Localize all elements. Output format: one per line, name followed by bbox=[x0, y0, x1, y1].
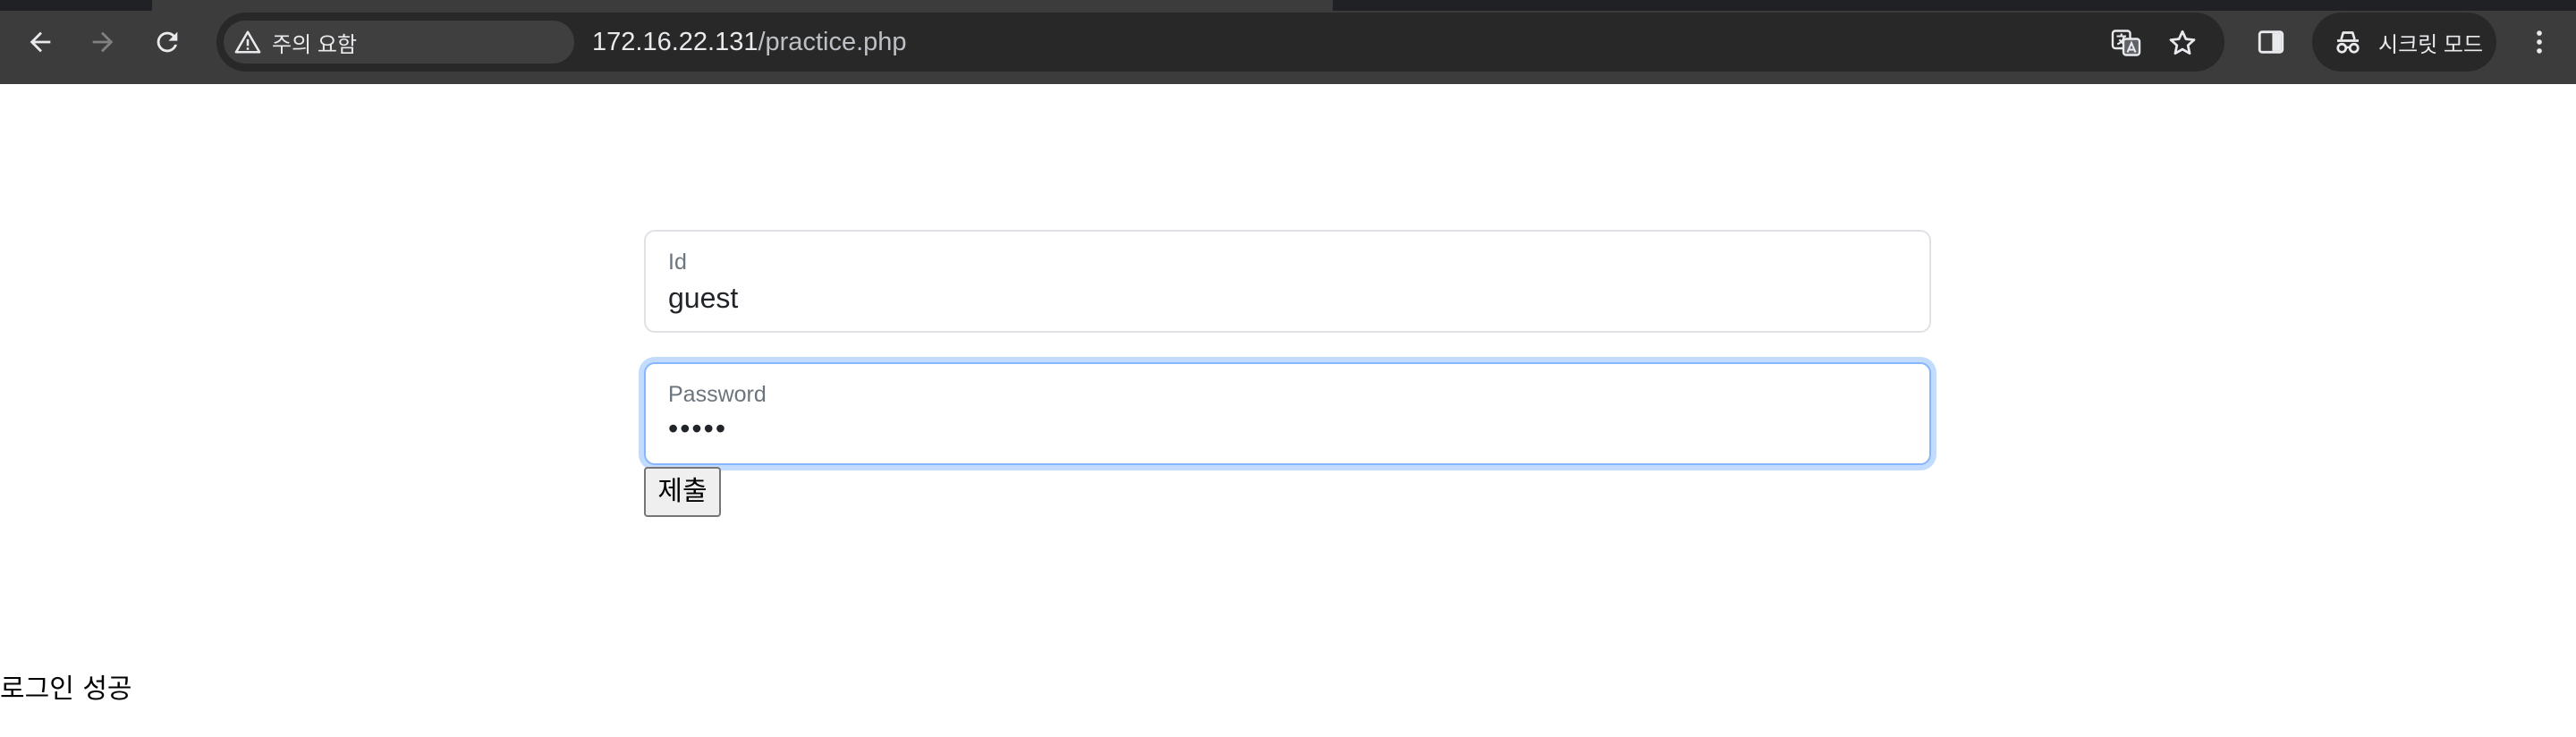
security-chip-label: 주의 요함 bbox=[272, 32, 357, 57]
password-field[interactable]: Password ••••• bbox=[644, 362, 1931, 465]
url-host: 172.16.22.131 bbox=[592, 28, 758, 56]
kebab-menu-icon bbox=[2537, 30, 2542, 54]
id-label: Id bbox=[668, 250, 687, 275]
password-input-value[interactable]: ••••• bbox=[668, 412, 727, 445]
incognito-label: 시크릿 모드 bbox=[2378, 32, 2484, 57]
reload-button[interactable] bbox=[145, 20, 190, 64]
browser-toolbar: 주의 요함 172.16.22.131/practice.php 시크릿 모드 bbox=[0, 0, 2576, 84]
warning-triangle-icon bbox=[234, 27, 265, 57]
id-field[interactable]: Id guest bbox=[644, 230, 1931, 333]
browser-menu-button[interactable] bbox=[2521, 23, 2558, 61]
submit-button[interactable]: 제출 bbox=[644, 467, 721, 517]
star-icon bbox=[2169, 30, 2196, 55]
back-button[interactable] bbox=[18, 20, 63, 64]
security-chip[interactable]: 주의 요함 bbox=[224, 21, 574, 64]
active-tab[interactable] bbox=[152, 0, 1333, 11]
forward-arrow-icon bbox=[92, 31, 114, 53]
back-arrow-icon bbox=[30, 31, 51, 53]
side-panel-icon bbox=[2258, 30, 2284, 54]
translate-button[interactable] bbox=[2107, 24, 2145, 62]
reload-icon bbox=[157, 31, 178, 53]
url-text[interactable]: 172.16.22.131/practice.php bbox=[592, 28, 907, 57]
side-panel-button[interactable] bbox=[2252, 23, 2290, 61]
translate-icon bbox=[2111, 30, 2141, 56]
incognito-indicator[interactable]: 시크릿 모드 bbox=[2312, 13, 2496, 72]
bookmark-button[interactable] bbox=[2164, 24, 2201, 62]
address-bar[interactable]: 주의 요함 172.16.22.131/practice.php bbox=[216, 13, 2224, 72]
id-input-value[interactable]: guest bbox=[668, 282, 738, 315]
url-path: /practice.php bbox=[758, 28, 907, 56]
incognito-icon bbox=[2332, 26, 2364, 58]
forward-button[interactable] bbox=[80, 20, 125, 64]
login-result-message: 로그인 성공 bbox=[0, 673, 132, 705]
password-label: Password bbox=[668, 382, 767, 407]
